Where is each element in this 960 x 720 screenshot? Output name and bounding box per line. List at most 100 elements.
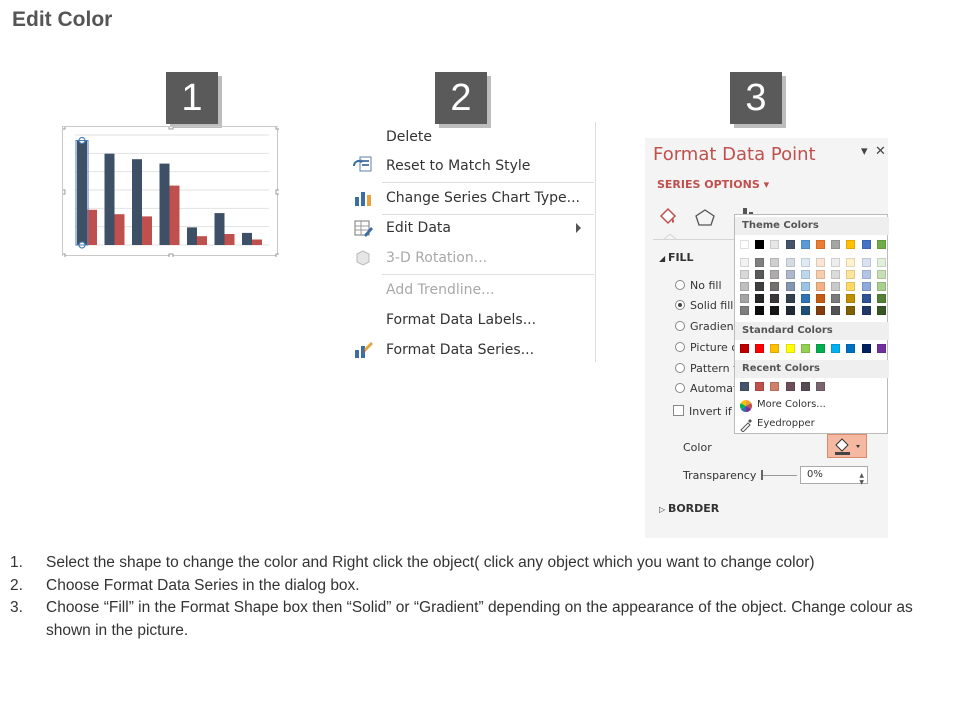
theme-shade-swatch[interactable] bbox=[861, 258, 871, 267]
menu-item-delete[interactable]: Delete bbox=[386, 124, 432, 150]
theme-shade-swatch[interactable] bbox=[800, 270, 810, 279]
theme-color-swatch[interactable] bbox=[816, 240, 825, 249]
theme-shade-swatch[interactable] bbox=[770, 294, 780, 303]
recent-color-swatch[interactable] bbox=[800, 382, 810, 391]
transparency-input[interactable]: 0% ▲ ▼ bbox=[800, 466, 868, 486]
standard-color-swatch[interactable] bbox=[861, 344, 871, 353]
sample-chart[interactable] bbox=[62, 126, 279, 257]
more-colors-option[interactable]: More Colors... bbox=[757, 399, 826, 410]
theme-color-swatch[interactable] bbox=[770, 240, 780, 249]
standard-color-swatch[interactable] bbox=[770, 344, 780, 353]
recent-color-swatch[interactable] bbox=[755, 382, 765, 391]
standard-color-swatch[interactable] bbox=[785, 344, 795, 353]
spin-down-icon[interactable]: ▼ bbox=[859, 475, 864, 491]
theme-color-swatch[interactable] bbox=[740, 240, 749, 249]
menu-item-reset-style[interactable]: Reset to Match Style bbox=[386, 153, 530, 179]
radio-button[interactable] bbox=[675, 280, 685, 290]
menu-item-format-data-series[interactable]: Format Data Series... bbox=[386, 337, 534, 363]
theme-shade-swatch[interactable] bbox=[755, 270, 765, 279]
radio-picture-fill[interactable]: Picture o bbox=[675, 341, 738, 354]
theme-shade-swatch[interactable] bbox=[785, 294, 795, 303]
theme-shade-swatch[interactable] bbox=[800, 258, 810, 267]
fill-color-button[interactable] bbox=[827, 434, 867, 458]
theme-shade-swatch[interactable] bbox=[846, 258, 856, 267]
theme-shade-swatch[interactable] bbox=[785, 306, 795, 315]
theme-shade-swatch[interactable] bbox=[861, 270, 871, 279]
theme-shade-swatch[interactable] bbox=[876, 294, 886, 303]
theme-shade-swatch[interactable] bbox=[785, 270, 795, 279]
theme-shade-swatch[interactable] bbox=[846, 306, 856, 315]
checkbox[interactable] bbox=[673, 405, 684, 416]
theme-shade-swatch[interactable] bbox=[785, 282, 795, 291]
theme-shade-swatch[interactable] bbox=[861, 282, 871, 291]
theme-shade-swatch[interactable] bbox=[816, 282, 825, 291]
theme-shade-swatch[interactable] bbox=[816, 258, 825, 267]
theme-shade-swatch[interactable] bbox=[770, 270, 780, 279]
theme-color-swatch[interactable] bbox=[876, 240, 886, 249]
theme-color-swatch[interactable] bbox=[846, 240, 856, 249]
effects-tab-icon[interactable] bbox=[695, 209, 715, 226]
recent-color-swatch[interactable] bbox=[785, 382, 795, 391]
theme-color-swatch[interactable] bbox=[861, 240, 871, 249]
theme-shade-swatch[interactable] bbox=[755, 306, 765, 315]
theme-shade-swatch[interactable] bbox=[740, 258, 749, 267]
standard-color-swatch[interactable] bbox=[740, 344, 749, 353]
theme-shade-swatch[interactable] bbox=[785, 258, 795, 267]
menu-item-format-data-labels[interactable]: Format Data Labels... bbox=[386, 307, 536, 333]
theme-shade-swatch[interactable] bbox=[831, 306, 841, 315]
theme-shade-swatch[interactable] bbox=[861, 306, 871, 315]
menu-item-edit-data[interactable]: Edit Data bbox=[386, 215, 451, 241]
standard-color-swatch[interactable] bbox=[846, 344, 856, 353]
theme-color-swatch[interactable] bbox=[755, 240, 765, 249]
theme-shade-swatch[interactable] bbox=[740, 294, 749, 303]
theme-shade-swatch[interactable] bbox=[755, 282, 765, 291]
radio-button[interactable] bbox=[675, 321, 685, 331]
standard-color-swatch[interactable] bbox=[800, 344, 810, 353]
radio-gradient-fill[interactable]: Gradient bbox=[675, 320, 738, 333]
fill-section-header[interactable]: ◢ FILL bbox=[659, 251, 694, 264]
recent-color-swatch[interactable] bbox=[770, 382, 780, 391]
theme-color-swatch[interactable] bbox=[831, 240, 841, 249]
radio-pattern-fill[interactable]: Pattern f bbox=[675, 362, 737, 375]
theme-shade-swatch[interactable] bbox=[740, 282, 749, 291]
radio-button[interactable] bbox=[675, 342, 685, 352]
theme-shade-swatch[interactable] bbox=[770, 258, 780, 267]
radio-button[interactable] bbox=[675, 363, 685, 373]
radio-no-fill[interactable]: No fill bbox=[675, 279, 722, 292]
theme-shade-swatch[interactable] bbox=[770, 282, 780, 291]
theme-shade-swatch[interactable] bbox=[876, 306, 886, 315]
theme-shade-swatch[interactable] bbox=[831, 294, 841, 303]
theme-shade-swatch[interactable] bbox=[816, 294, 825, 303]
theme-shade-swatch[interactable] bbox=[846, 282, 856, 291]
theme-shade-swatch[interactable] bbox=[861, 294, 871, 303]
theme-shade-swatch[interactable] bbox=[770, 306, 780, 315]
radio-button[interactable] bbox=[675, 300, 685, 310]
theme-shade-swatch[interactable] bbox=[831, 282, 841, 291]
theme-color-swatch[interactable] bbox=[800, 240, 810, 249]
radio-automatic-fill[interactable]: Automat bbox=[675, 382, 737, 395]
theme-shade-swatch[interactable] bbox=[846, 270, 856, 279]
theme-shade-swatch[interactable] bbox=[831, 270, 841, 279]
theme-shade-swatch[interactable] bbox=[800, 282, 810, 291]
border-section-header[interactable]: ▷ BORDER bbox=[659, 502, 719, 515]
pane-menu-chevron-icon[interactable]: ▾ bbox=[861, 144, 868, 159]
theme-color-swatch[interactable] bbox=[785, 240, 795, 249]
standard-color-swatch[interactable] bbox=[831, 344, 841, 353]
standard-color-swatch[interactable] bbox=[876, 344, 886, 353]
theme-shade-swatch[interactable] bbox=[876, 282, 886, 291]
theme-shade-swatch[interactable] bbox=[755, 294, 765, 303]
theme-shade-swatch[interactable] bbox=[846, 294, 856, 303]
recent-color-swatch[interactable] bbox=[740, 382, 749, 391]
theme-shade-swatch[interactable] bbox=[800, 306, 810, 315]
theme-shade-swatch[interactable] bbox=[876, 258, 886, 267]
eyedropper-option[interactable]: Eyedropper bbox=[757, 418, 815, 429]
fill-line-tab-icon[interactable] bbox=[659, 207, 677, 225]
recent-color-swatch[interactable] bbox=[816, 382, 825, 391]
theme-shade-swatch[interactable] bbox=[831, 258, 841, 267]
menu-item-change-chart-type[interactable]: Change Series Chart Type... bbox=[386, 185, 580, 211]
theme-shade-swatch[interactable] bbox=[740, 270, 749, 279]
theme-shade-swatch[interactable] bbox=[740, 306, 749, 315]
invert-if-negative-checkbox[interactable]: Invert if n bbox=[673, 405, 742, 418]
theme-shade-swatch[interactable] bbox=[755, 258, 765, 267]
sample-chart-svg[interactable] bbox=[63, 127, 279, 257]
